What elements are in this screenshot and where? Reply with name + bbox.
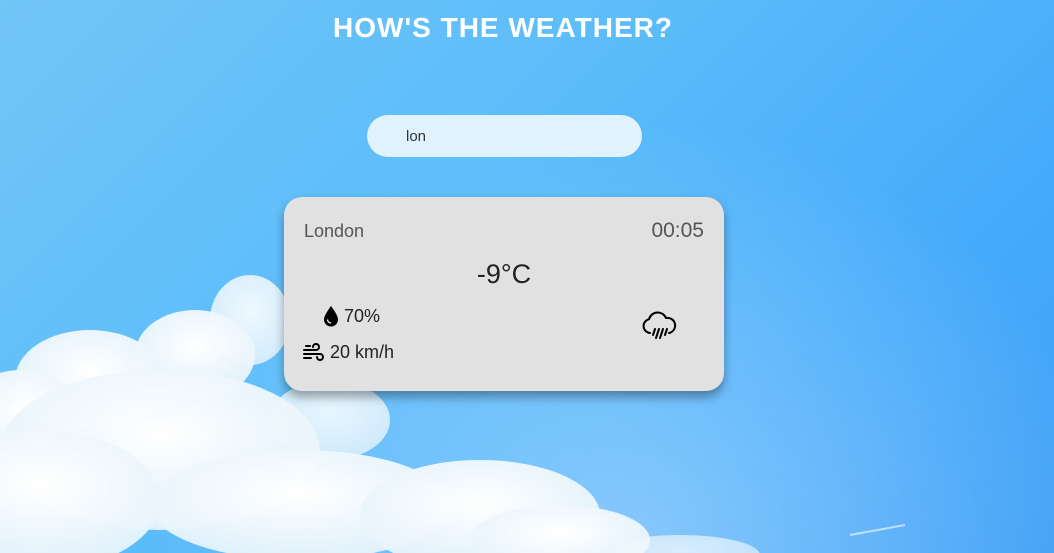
humidity-stat: 70%	[323, 305, 380, 327]
wind-icon	[303, 342, 324, 361]
water-drop-icon	[324, 306, 338, 327]
rain-cloud-icon	[642, 311, 677, 339]
page-title: HOW'S THE WEATHER?	[333, 12, 673, 43]
wind-stat: 20 km/h	[303, 342, 394, 363]
search-input[interactable]	[406, 115, 626, 157]
search-box[interactable]	[367, 115, 642, 157]
humidity-value: 70%	[344, 305, 381, 326]
wind-value: 20 km/h	[330, 342, 395, 362]
city-name: London	[304, 221, 365, 241]
weather-card: London 00:05 -9°C 70% 20 km/h	[284, 197, 724, 391]
temperature: -9°C	[476, 259, 532, 289]
local-time: 00:05	[651, 219, 704, 242]
